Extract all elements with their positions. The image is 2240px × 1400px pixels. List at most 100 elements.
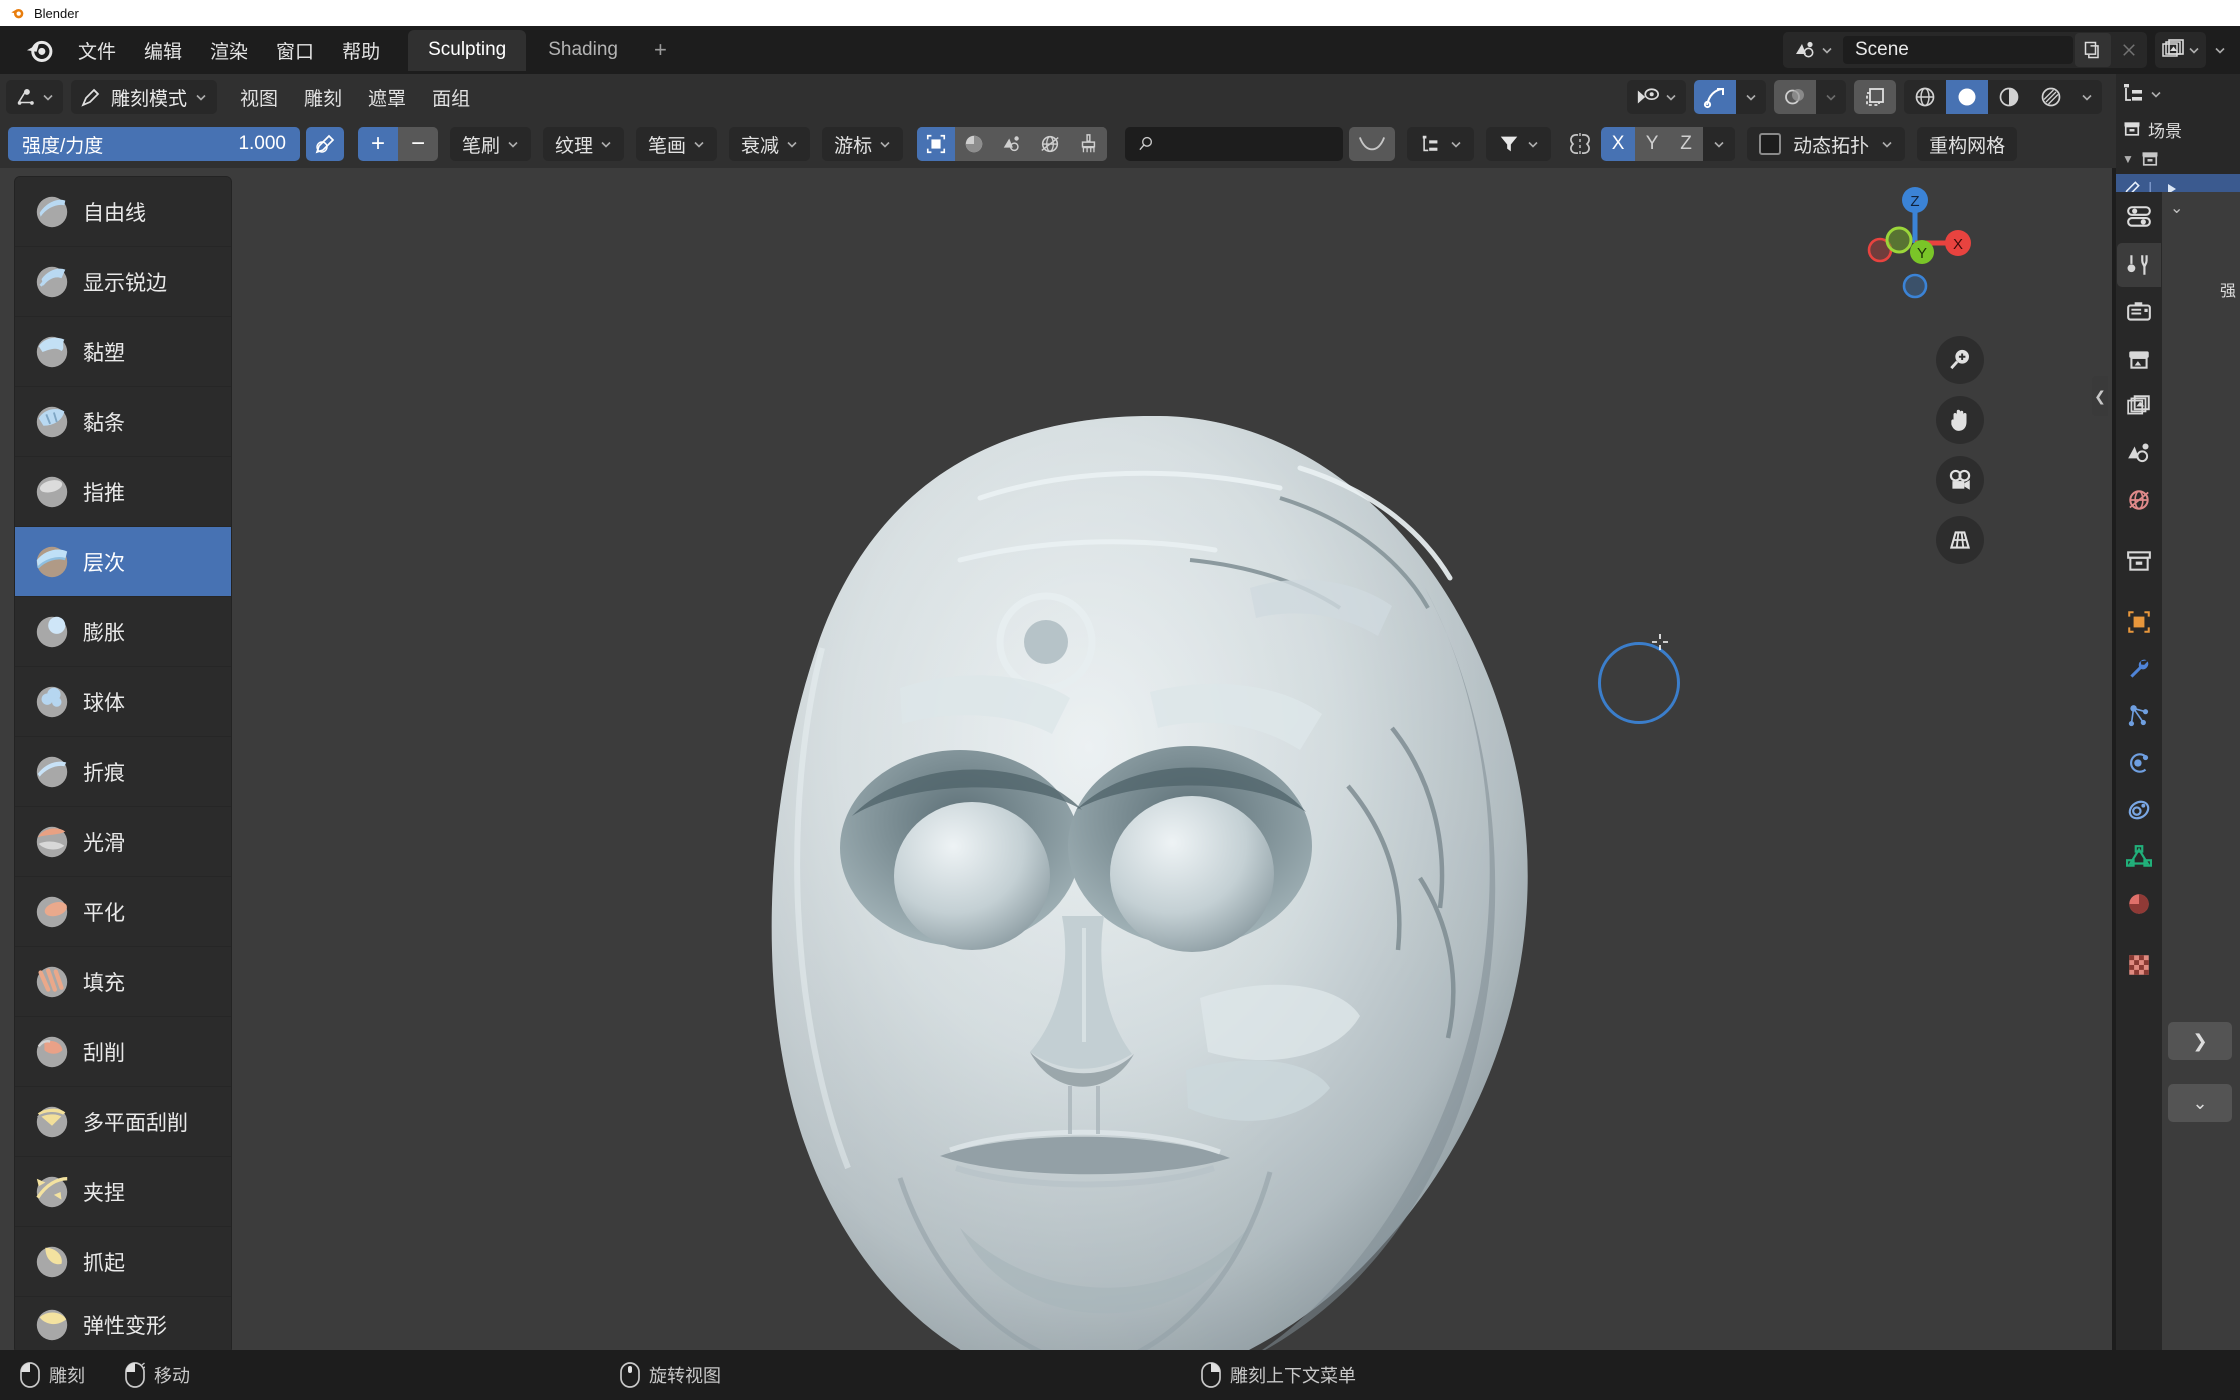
subtract-button[interactable]: − [398,127,438,161]
chevron-down-icon[interactable] [2214,44,2226,56]
prop-tab-modifier[interactable] [2117,647,2161,691]
overlays-icon[interactable] [1774,80,1816,114]
visibility-icon[interactable] [1627,80,1686,114]
panel-collapse-chevron[interactable]: ⌄ [2170,198,2183,218]
add-button[interactable]: + [358,127,398,161]
options-icon[interactable] [1407,127,1475,161]
overlays-group[interactable] [1774,80,1846,114]
prop-tab-material[interactable] [2117,882,2161,926]
rendered-icon[interactable] [2030,80,2072,114]
prop-tab-physics[interactable] [2117,741,2161,785]
editor-type-selector[interactable] [6,80,63,114]
disclosure-triangle-icon[interactable]: ▼ [2122,152,2134,166]
visibility-group[interactable] [1627,80,1686,114]
menu-help[interactable]: 帮助 [328,31,394,70]
brush-item-10[interactable]: 平化 [15,877,231,947]
menu-window[interactable]: 窗口 [262,31,328,70]
view-layer-selector[interactable] [2155,32,2206,68]
remesh-button[interactable]: 重构网格 [1917,127,2018,161]
symmetry-axis-group[interactable]: X Y Z [1601,127,1736,161]
brush-item-7[interactable]: 球体 [15,667,231,737]
tab-sculpting[interactable]: Sculpting [408,29,527,71]
filter-icon[interactable] [1486,127,1552,161]
vp-menu-sculpt[interactable]: 雕刻 [291,79,355,116]
brush-item-16[interactable]: 弹性变形 [15,1297,231,1350]
sidebar-toggle-arrow[interactable]: ❮ [2092,376,2108,416]
navigation-gizmo[interactable]: Z Y X [1850,178,1980,308]
vp-menu-mask[interactable]: 遮罩 [355,79,419,116]
strength-slider[interactable]: 强度/力度 1.000 [8,127,300,161]
prop-tab-render[interactable] [2117,290,2161,334]
shading-mode-group[interactable] [1904,80,2102,114]
xray-group[interactable] [1854,80,1896,114]
brush-item-15[interactable]: 抓起 [15,1227,231,1297]
scene-icon[interactable] [1783,32,1841,68]
overlays-dropdown[interactable] [1816,80,1846,114]
world-icon[interactable] [1031,127,1070,161]
brush-item-2[interactable]: 黏塑 [15,317,231,387]
brush-item-0[interactable]: 自由线 [15,177,231,247]
tab-shading[interactable]: Shading [528,30,638,71]
prop-tab-world[interactable] [2117,478,2161,522]
shading-ball-icon[interactable] [955,127,994,161]
zoom-icon[interactable] [1936,336,1984,384]
prop-tab-constraints[interactable] [2117,788,2161,832]
scene-name-field[interactable]: Scene [1843,36,2073,64]
prop-tab-collection[interactable] [2117,539,2161,583]
properties-editor[interactable]: ⌄ 强 ❯ ⌄ [2116,192,2240,1350]
prop-tab-object[interactable] [2117,600,2161,644]
dropdown-brush[interactable]: 笔刷 [450,127,532,161]
brush-item-1[interactable]: 显示锐边 [15,247,231,317]
brush-picker-list[interactable]: 自由线 显示锐边 黏塑 黏条 指推 层次 膨胀 球体 折痕 光滑 平化 填充 刮… [14,176,232,1350]
menu-edit[interactable]: 编辑 [130,31,196,70]
prop-tab-view-layer[interactable] [2117,384,2161,428]
outliner-editor[interactable]: 场景 ▼ | triangle-right-icon [2116,74,2240,204]
scene-selector[interactable]: Scene [1783,32,2147,68]
outliner-collection-row[interactable]: ▼ [2116,144,2240,174]
dropdown-texture[interactable]: 纹理 [543,127,625,161]
brush-item-14[interactable]: 夹捏 [15,1157,231,1227]
mask-icon[interactable] [917,127,956,161]
dyntopo-checkbox[interactable] [1759,133,1782,155]
dropdown-cursor[interactable]: 游标 [822,127,904,161]
brush-item-11[interactable]: 填充 [15,947,231,1017]
dropdown-stroke[interactable]: 笔画 [636,127,718,161]
search-field[interactable] [1164,134,1332,154]
prop-tab-tool[interactable] [2117,243,2161,287]
brush-item-13[interactable]: 多平面刮削 [15,1087,231,1157]
symmetry-z[interactable]: Z [1669,127,1704,161]
duplicate-icon[interactable] [2075,33,2111,67]
symmetry-dropdown[interactable] [1703,127,1736,161]
brush-item-8[interactable]: 折痕 [15,737,231,807]
brush-item-12[interactable]: 刮削 [15,1017,231,1087]
sculpted-head-model[interactable] [0,168,2112,1350]
properties-icon[interactable] [2124,204,2154,230]
gizmo-group[interactable] [1694,80,1766,114]
add-subtract-toggle[interactable]: + − [358,127,438,161]
material-preview-icon[interactable] [1988,80,2030,114]
properties-body[interactable]: ⌄ 强 ❯ ⌄ [2162,192,2240,1350]
vp-menu-view[interactable]: 视图 [227,79,291,116]
menu-file[interactable]: 文件 [64,31,130,70]
brush-item-5[interactable]: 层次 [15,527,231,597]
menu-render[interactable]: 渲染 [196,31,262,70]
dropdown-falloff[interactable]: 衰减 [729,127,811,161]
vp-menu-facesets[interactable]: 面组 [419,79,483,116]
gizmo-dropdown[interactable] [1736,80,1766,114]
gizmo-icon[interactable] [1694,80,1736,114]
properties-collapse-button[interactable]: ⌄ [2168,1084,2232,1122]
prop-tab-texture[interactable] [2117,943,2161,987]
properties-expand-button[interactable]: ❯ [2168,1022,2232,1060]
outliner-icon[interactable] [2122,82,2146,106]
grid-icon[interactable] [1936,516,1984,564]
hand-icon[interactable] [1936,396,1984,444]
mode-selector[interactable]: 雕刻模式 [71,80,218,114]
scene-drop-icon[interactable] [993,127,1032,161]
prop-tab-output[interactable] [2117,337,2161,381]
falloff-curve-icon[interactable] [1349,127,1396,161]
symmetry-y[interactable]: Y [1635,127,1670,161]
blender-logo-icon[interactable] [22,33,56,67]
brush-item-3[interactable]: 黏条 [15,387,231,457]
symmetry-x[interactable]: X [1601,127,1636,161]
prop-tab-scene[interactable] [2117,431,2161,475]
